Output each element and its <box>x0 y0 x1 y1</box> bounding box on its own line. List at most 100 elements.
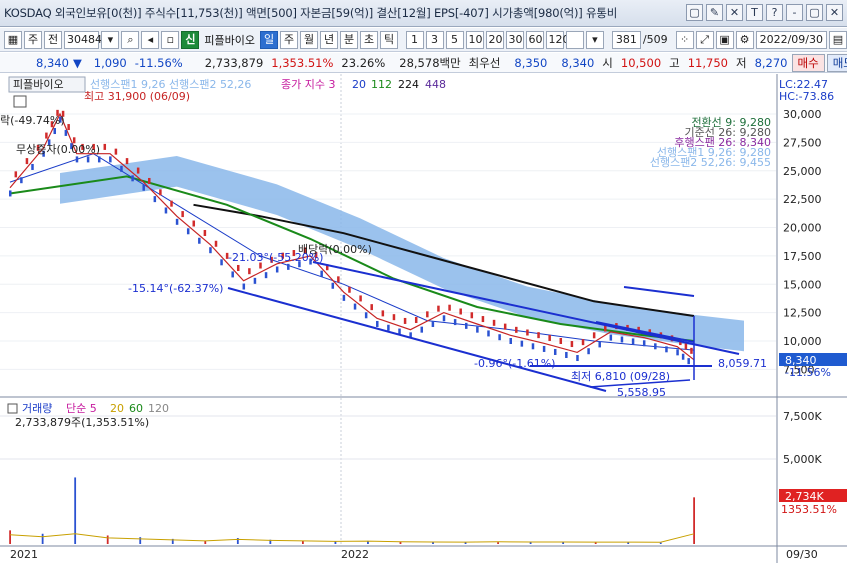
volume-bar <box>139 537 142 544</box>
tab-second[interactable]: 초 <box>360 30 379 49</box>
candle <box>426 311 429 318</box>
level-b-label: 5,558.95 <box>617 386 666 399</box>
date-input[interactable]: 2022/09/30 <box>755 30 827 49</box>
candle <box>654 343 657 350</box>
sell-button[interactable]: 매도 <box>826 53 847 72</box>
page-position[interactable]: 381 <box>611 30 641 49</box>
interval-dropdown-icon[interactable]: ▾ <box>585 30 604 49</box>
volume-panel-icon[interactable] <box>7 403 18 414</box>
table-icon[interactable] <box>13 95 27 108</box>
interval-60[interactable]: 60 <box>525 30 544 49</box>
tab-month[interactable]: 월 <box>300 30 319 49</box>
candle <box>25 158 29 165</box>
edit-button[interactable]: ✎ <box>706 4 723 21</box>
interval-custom-input[interactable] <box>565 30 584 49</box>
window-link-button[interactable]: ▢ <box>686 4 703 21</box>
interval-30[interactable]: 30 <box>505 30 524 49</box>
grid-icon[interactable]: ▦ <box>4 30 22 49</box>
price-chart[interactable]: 피플바이오 선행스팬1 9,26 선행스팬2 52,26 종가 지수 3 20 … <box>0 74 847 563</box>
interval-3[interactable]: 3 <box>425 30 444 49</box>
volume-tick-5000k: 5,000K <box>783 453 822 466</box>
volume-bar <box>106 535 109 544</box>
tab-day[interactable]: 일 <box>260 30 279 49</box>
interval-5[interactable]: 5 <box>445 30 464 49</box>
help-button[interactable]: ? <box>766 4 783 21</box>
candle <box>542 345 546 352</box>
candle <box>170 200 173 207</box>
candle <box>287 263 290 270</box>
channel-c-label: -0.96°(-1.61%) <box>474 357 555 370</box>
best-ask-label: 최우선 <box>468 55 501 70</box>
candle <box>198 237 201 244</box>
pin-icon[interactable]: ▫ <box>161 30 180 49</box>
candle <box>142 184 145 191</box>
candle <box>431 320 435 327</box>
buy-button[interactable]: 매수 <box>791 53 825 72</box>
stock-code-input[interactable]: 304840 <box>64 30 109 49</box>
gear-icon[interactable]: ⚙ <box>735 30 754 49</box>
ma-legend-label[interactable]: 종가 지수 3 <box>281 78 335 91</box>
candle <box>370 304 373 311</box>
price-tick-label: 30,000 <box>783 108 822 121</box>
price-tick-label: 22,500 <box>783 193 822 206</box>
candle <box>420 326 424 333</box>
interval-20[interactable]: 20 <box>485 30 504 49</box>
maximize-button[interactable]: ▢ <box>806 4 823 21</box>
volume-bar <box>464 542 467 544</box>
search-icon[interactable]: ⌕ <box>121 30 140 49</box>
close-button[interactable]: ✕ <box>826 4 843 21</box>
ma-legend-112[interactable]: 112 <box>371 78 392 91</box>
minimize-button[interactable]: - <box>786 4 803 21</box>
candle <box>487 330 490 337</box>
candle <box>570 341 574 348</box>
volume-ma-60[interactable]: 60 <box>129 402 143 415</box>
tool-button[interactable]: ✕ <box>726 4 743 21</box>
new-listing-badge: 신 <box>181 30 200 49</box>
volume-ma-120[interactable]: 120 <box>148 402 169 415</box>
ma-legend-448[interactable]: 448 <box>425 78 446 91</box>
tab-tick[interactable]: 틱 <box>380 30 399 49</box>
volume-bar <box>497 542 499 544</box>
tab-week[interactable]: 주 <box>280 30 299 49</box>
candle <box>20 177 23 184</box>
interval-120[interactable]: 120 <box>545 30 570 49</box>
candle <box>342 294 346 301</box>
last-pct-tag: -11.56% <box>785 366 831 379</box>
period-unit-select[interactable]: 주 <box>24 30 42 49</box>
low-price: 8,270 <box>754 55 788 70</box>
candle <box>403 317 407 324</box>
prev-button[interactable]: 전 <box>44 30 62 49</box>
volume-label: 거래량 <box>22 402 52 415</box>
text-button[interactable]: T <box>746 4 763 21</box>
candle <box>576 355 579 362</box>
candle <box>687 358 690 365</box>
volume-ma-20[interactable]: 20 <box>110 402 124 415</box>
candle <box>14 171 18 178</box>
candle <box>565 351 568 358</box>
candle <box>498 334 501 341</box>
current-price: 8,340 <box>36 55 69 70</box>
code-dropdown-icon[interactable]: ▾ <box>101 30 120 49</box>
interval-1[interactable]: 1 <box>405 30 424 49</box>
tab-minute[interactable]: 분 <box>340 30 359 49</box>
candle <box>642 340 646 347</box>
candle <box>192 220 196 227</box>
sound-icon[interactable]: ◂ <box>141 30 160 49</box>
volume-bar <box>693 497 695 544</box>
volume-ma-label[interactable]: 단순 5 <box>66 402 97 415</box>
dots-icon[interactable]: ⁘ <box>675 30 694 49</box>
candle <box>492 319 496 326</box>
price-tick-label: 25,000 <box>783 165 822 178</box>
low-annotation: 최저 6,810 (09/28) <box>571 370 670 383</box>
ma-legend-20[interactable]: 20 <box>352 78 366 91</box>
app-window: KOSDAQ 외국인보유[0(천)] 주식수[11,753(천)] 액면[500… <box>0 0 847 563</box>
candle <box>186 228 190 235</box>
save-icon[interactable]: ▣ <box>715 30 734 49</box>
fit-icon[interactable]: ⤢ <box>695 30 714 49</box>
calendar-icon[interactable]: ▤ <box>829 30 847 49</box>
ma-legend-224[interactable]: 224 <box>398 78 419 91</box>
candle <box>237 264 240 271</box>
interval-10[interactable]: 10 <box>465 30 484 49</box>
candle <box>148 177 151 184</box>
tab-year[interactable]: 년 <box>320 30 339 49</box>
